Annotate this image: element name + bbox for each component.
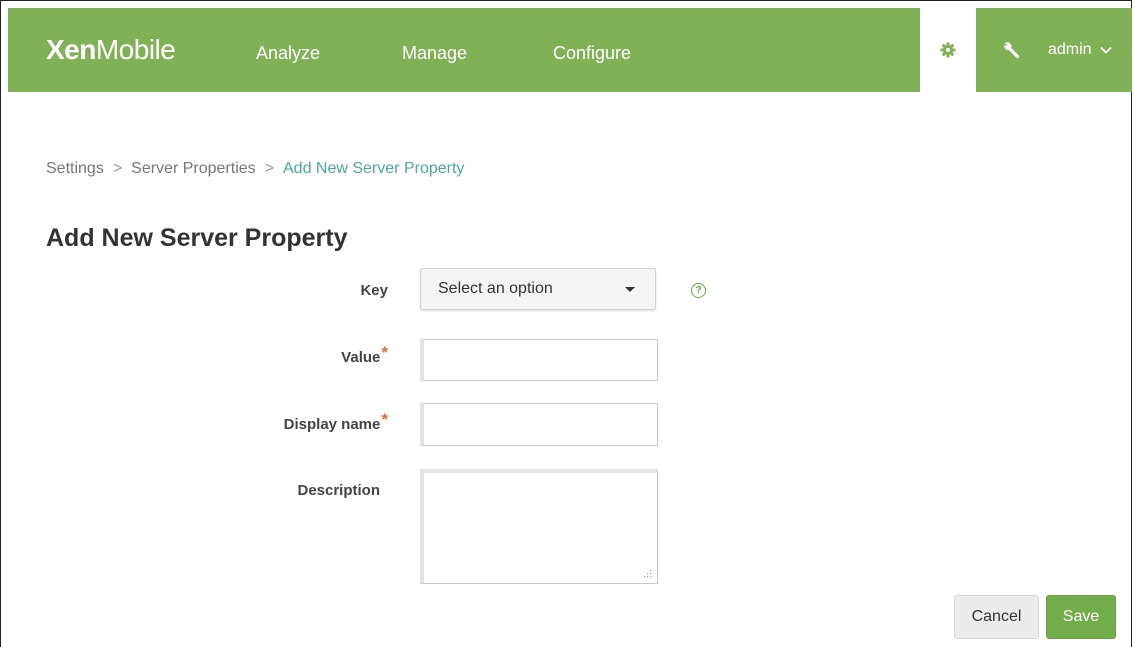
nav-configure[interactable]: Configure: [553, 43, 631, 64]
top-navigation-bar: XenMobile Analyze Manage Configure admin: [8, 8, 1132, 92]
required-asterisk: *: [381, 343, 388, 362]
chevron-down-icon: [1099, 41, 1112, 59]
save-button[interactable]: Save: [1046, 595, 1116, 639]
caret-down-icon: [625, 287, 635, 292]
nav-manage[interactable]: Manage: [402, 43, 467, 64]
user-name: admin: [1048, 41, 1092, 58]
breadcrumb-settings[interactable]: Settings: [46, 160, 104, 178]
breadcrumb-current: Add New Server Property: [283, 160, 465, 177]
value-label: Value*: [341, 343, 388, 366]
display-name-input[interactable]: [420, 403, 658, 446]
support-tools-button[interactable]: [986, 8, 1036, 92]
wrench-icon: [1004, 42, 1020, 59]
settings-button[interactable]: [920, 8, 976, 92]
cancel-button[interactable]: Cancel: [954, 595, 1039, 639]
breadcrumb-server-properties[interactable]: Server Properties: [131, 160, 256, 178]
description-label: Description: [297, 482, 380, 499]
description-textarea[interactable]: [420, 469, 658, 584]
key-select-value: Select an option: [438, 280, 553, 297]
gear-icon: [940, 42, 956, 58]
display-name-label: Display name*: [283, 410, 388, 433]
breadcrumb-separator: >: [264, 160, 274, 177]
help-icon[interactable]: ?: [691, 283, 706, 298]
user-menu[interactable]: admin: [1048, 41, 1112, 59]
nav-analyze[interactable]: Analyze: [256, 43, 320, 64]
key-select[interactable]: Select an option: [420, 268, 656, 310]
xenmobile-logo: XenMobile: [46, 34, 176, 65]
breadcrumb-separator: >: [112, 160, 123, 177]
value-input[interactable]: [420, 339, 658, 381]
breadcrumb: Settings > Server Properties > Add New S…: [46, 160, 464, 178]
resize-grip-icon[interactable]: [642, 568, 652, 578]
page-title: Add New Server Property: [46, 224, 348, 252]
key-label: Key: [360, 282, 388, 299]
required-asterisk: *: [381, 410, 388, 429]
